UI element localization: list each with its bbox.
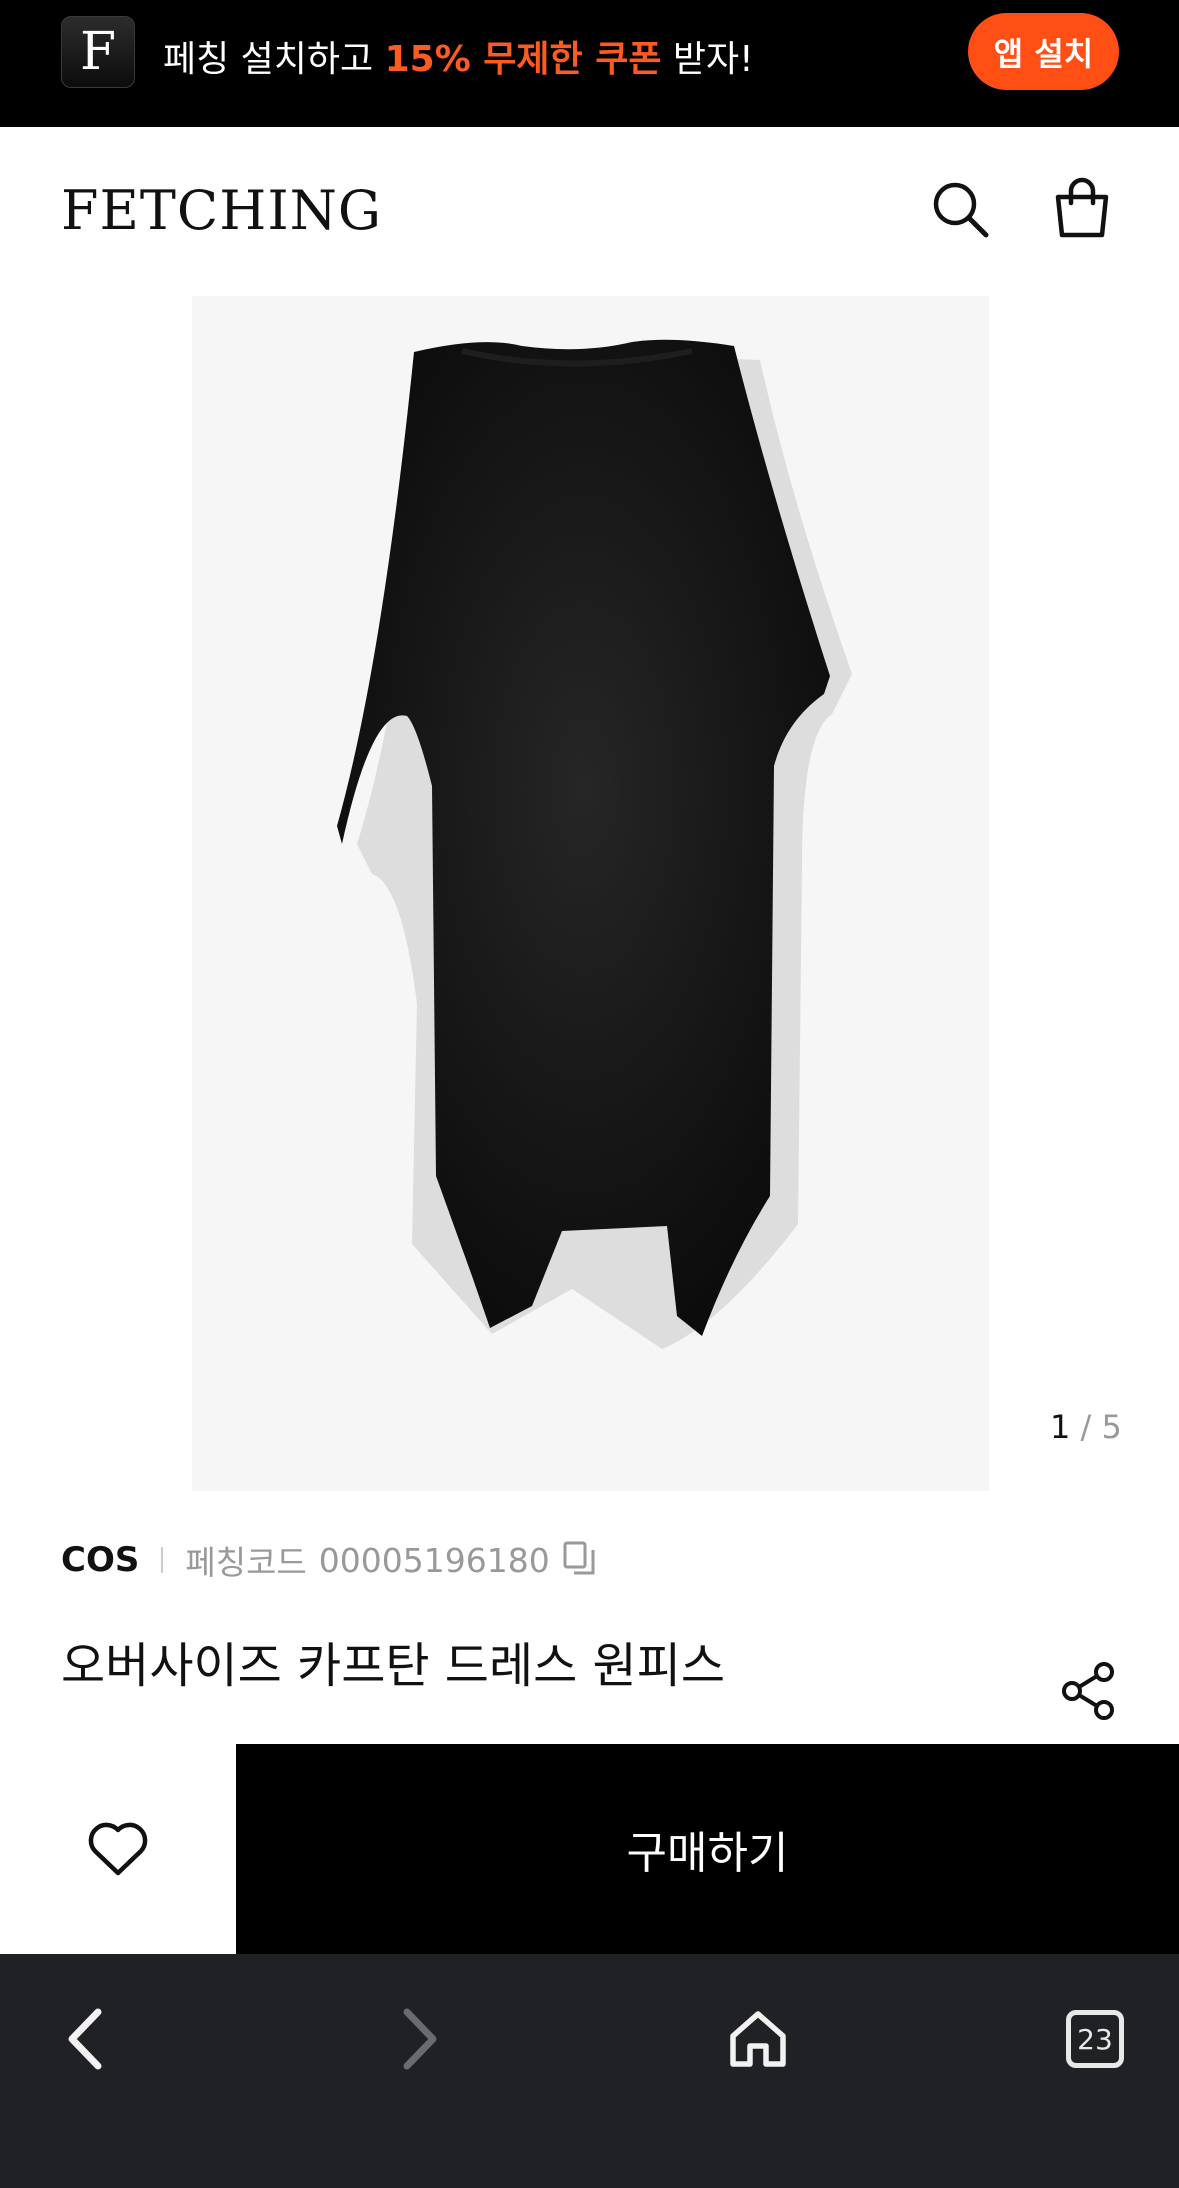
forward-button[interactable] bbox=[375, 1994, 465, 2084]
copy-icon[interactable] bbox=[562, 1540, 598, 1580]
image-counter-separator: / bbox=[1070, 1408, 1102, 1446]
site-logo[interactable]: FETCHING bbox=[61, 179, 382, 242]
product-photo bbox=[337, 339, 852, 1350]
back-icon bbox=[68, 2008, 102, 2070]
back-button[interactable] bbox=[40, 1994, 130, 2084]
image-counter-total: 5 bbox=[1101, 1408, 1122, 1446]
product-meta-row: COS 페칭코드 00005196180 bbox=[61, 1536, 598, 1584]
purchase-action-bar: 구매하기 bbox=[0, 1744, 1179, 1954]
product-code-value: 00005196180 bbox=[318, 1540, 550, 1580]
promo-highlight: 15% 무제한 쿠폰 bbox=[384, 39, 662, 80]
shopping-bag-icon[interactable] bbox=[1050, 177, 1114, 241]
product-brand[interactable]: COS bbox=[61, 1540, 139, 1580]
search-icon[interactable] bbox=[928, 177, 992, 241]
site-header: FETCHING bbox=[0, 127, 1179, 297]
image-counter-current: 1 bbox=[1050, 1408, 1071, 1446]
app-install-banner[interactable]: F 페칭 설치하고 15% 무제한 쿠폰 받자! 앱 설치 bbox=[0, 0, 1179, 127]
heart-icon bbox=[88, 1822, 148, 1876]
product-image[interactable] bbox=[192, 296, 989, 1491]
tabs-icon: 23 bbox=[1066, 2010, 1124, 2068]
home-button[interactable] bbox=[713, 1994, 803, 2084]
browser-toolbar: 23 bbox=[0, 1954, 1179, 2188]
product-name: 오버사이즈 카프탄 드레스 원피스 bbox=[61, 1638, 726, 1694]
forward-icon bbox=[403, 2008, 437, 2070]
tabs-button[interactable]: 23 bbox=[1050, 1994, 1140, 2084]
install-app-button[interactable]: 앱 설치 bbox=[968, 13, 1119, 90]
home-icon bbox=[730, 2011, 786, 2067]
buy-button[interactable]: 구매하기 bbox=[236, 1744, 1179, 1954]
product-code-label: 페칭코드 bbox=[185, 1543, 307, 1582]
app-logo: F bbox=[61, 16, 135, 88]
promo-text-prefix: 페칭 설치하고 bbox=[163, 39, 385, 80]
promo-text-suffix: 받자! bbox=[661, 39, 754, 80]
share-icon[interactable] bbox=[1058, 1660, 1118, 1722]
divider bbox=[161, 1547, 164, 1573]
page: F 페칭 설치하고 15% 무제한 쿠폰 받자! 앱 설치 FETCHING 1… bbox=[0, 0, 1179, 2188]
promo-text: 페칭 설치하고 15% 무제한 쿠폰 받자! bbox=[163, 30, 754, 82]
image-counter: 1 / 5 bbox=[1050, 1408, 1122, 1446]
wishlist-button[interactable] bbox=[0, 1744, 236, 1954]
